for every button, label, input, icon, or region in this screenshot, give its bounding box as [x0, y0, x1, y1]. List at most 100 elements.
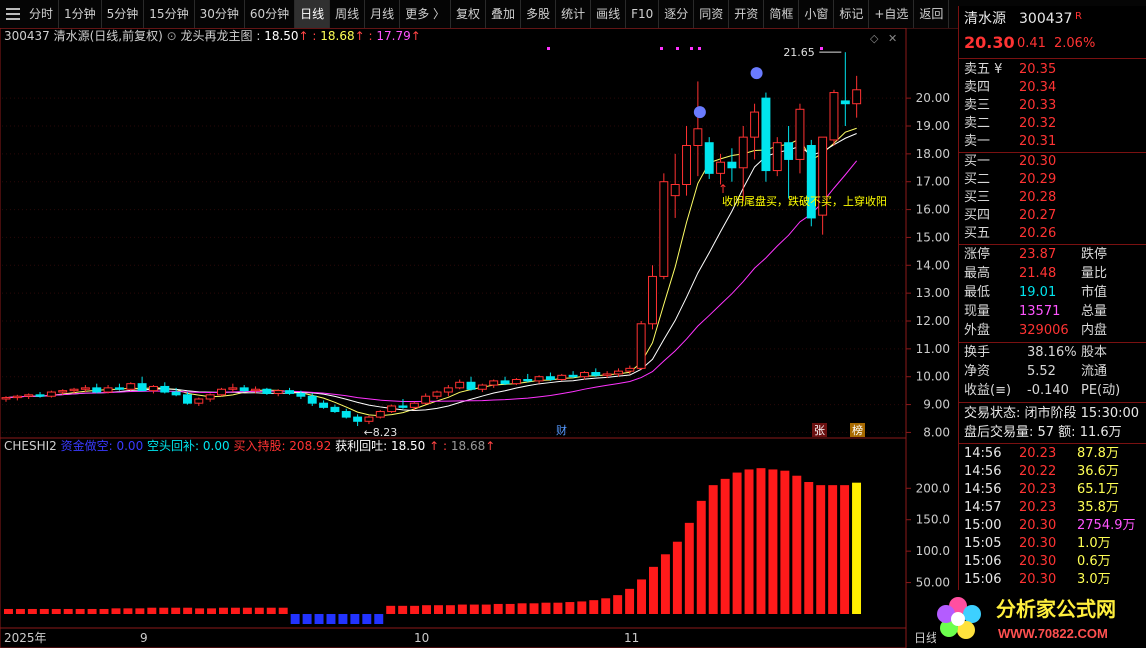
ask-label-4: 卖一: [964, 134, 991, 149]
sub-bar-49: [589, 600, 599, 614]
toolbar-item-6[interactable]: 日线: [295, 0, 331, 28]
toolbar-item-21[interactable]: 标记: [834, 0, 870, 28]
sub-bar-10: [123, 608, 133, 614]
toolbar-item-17[interactable]: 同资: [694, 0, 730, 28]
toolbar-item-20[interactable]: 小窗: [799, 0, 835, 28]
stat-value-3: 13571: [1019, 304, 1061, 319]
bid-label-4: 买五: [964, 226, 991, 241]
toolbar-item-10[interactable]: 复权: [451, 0, 487, 28]
toolbar-item-12[interactable]: 多股: [521, 0, 557, 28]
magenta-dot-2: [690, 47, 693, 50]
tick-vol-4: 2754.9万: [1077, 518, 1136, 533]
tick-price-2: 20.23: [1019, 482, 1057, 497]
sep-4: [959, 342, 1146, 343]
candle-body-17: [194, 398, 204, 404]
toolbar-item-15[interactable]: F10: [626, 0, 660, 28]
sub-bar-50: [601, 598, 611, 614]
stat-label-2: 最低: [964, 285, 991, 300]
price-tick-4: 16.00: [916, 203, 950, 217]
sub-tick-3: 50.00: [916, 576, 950, 590]
sub-bar-52: [625, 588, 635, 614]
toolbar-item-13[interactable]: 统计: [556, 0, 592, 28]
stat-label-1: 最高: [964, 266, 991, 281]
toolbar-item-0[interactable]: 分时: [24, 0, 60, 28]
bid-label-2: 买三: [964, 190, 991, 205]
sub-bar-65: [780, 470, 790, 614]
sub-bar-16: [195, 608, 205, 614]
stat-value-4: 329006: [1019, 323, 1069, 338]
candle-body-51: [579, 372, 589, 378]
sub-bar-61: [732, 472, 742, 614]
stat-label2-3: 总量: [1081, 304, 1108, 319]
marker-zhang: 张: [814, 424, 825, 437]
candle-body-2: [24, 394, 34, 397]
sub-bar-31: [374, 614, 384, 624]
toolbar-item-1[interactable]: 1分钟: [59, 0, 102, 28]
toolbar-item-23[interactable]: 返回: [914, 0, 950, 28]
tick-vol-7: 3.0万: [1077, 572, 1111, 587]
toolbar-item-18[interactable]: 开资: [729, 0, 765, 28]
tick-time-2: 14:56: [964, 482, 1002, 497]
toolbar-item-22[interactable]: +自选: [869, 0, 915, 28]
menu-icon[interactable]: [6, 8, 20, 20]
toolbar-item-2[interactable]: 5分钟: [102, 0, 145, 28]
watermark-logo: 分析家公式网 WWW.70822.COM: [936, 590, 1146, 648]
kline-chart[interactable]: 300437 清水源(日线,前复权) ⊙ 龙头再龙主图 : 18.50↑ : 1…: [0, 28, 958, 648]
sub-bar-5: [63, 608, 73, 614]
sep-6: [959, 443, 1146, 444]
candle-body-52: [591, 372, 601, 376]
sep-3: [959, 244, 1146, 245]
sub-bar-25: [302, 614, 312, 624]
sub-bar-47: [565, 602, 575, 614]
candle-body-18: [205, 394, 215, 400]
sub-bar-64: [768, 469, 778, 614]
price-tick-11: 9.00: [923, 398, 950, 412]
ask-label-2: 卖三: [964, 98, 991, 113]
toolbar-item-16[interactable]: 逐分: [659, 0, 695, 28]
sub-bar-6: [75, 608, 85, 614]
tick-price-1: 20.22: [1019, 464, 1057, 479]
stock-name: 清水源: [964, 11, 1006, 27]
stat-label2-2: 市值: [1081, 285, 1108, 300]
candle-body-62: [704, 142, 714, 174]
candle-body-68: [772, 142, 782, 172]
stat-value-1: 21.48: [1019, 266, 1057, 281]
sub-bar-2: [27, 608, 37, 614]
tick-vol-1: 36.6万: [1077, 464, 1119, 479]
date-label-3: 11: [624, 631, 639, 645]
bid-price-3: 20.27: [1019, 208, 1057, 223]
candle-body-5: [58, 390, 68, 393]
price-tick-2: 18.00: [916, 147, 950, 161]
last-price: 20.30: [964, 33, 1015, 52]
sub-bar-67: [804, 482, 814, 614]
toolbar-item-7[interactable]: 周线: [330, 0, 366, 28]
toolbar-item-11[interactable]: 叠加: [486, 0, 522, 28]
magenta-dot-4: [547, 47, 550, 50]
toolbar-item-8[interactable]: 月线: [365, 0, 401, 28]
candle-body-47: [534, 376, 544, 382]
sub-bar-30: [362, 614, 372, 624]
sub-header: CHESHI2 资金做空: 0.00 空头回补: 0.00 买入持股: 208.…: [4, 438, 495, 453]
sub-bar-24: [290, 614, 300, 624]
toolbar-item-9[interactable]: 更多 〉: [400, 0, 452, 28]
price-tick-12: 8.00: [923, 425, 950, 439]
candle-body-16: [183, 394, 192, 404]
toolbar-item-4[interactable]: 30分钟: [195, 0, 245, 28]
candle-body-46: [523, 379, 533, 382]
candle-body-0: [1, 397, 11, 400]
toolbar-item-14[interactable]: 画线: [591, 0, 627, 28]
sub-bar-14: [171, 607, 181, 614]
signal-arrow: ↑: [718, 182, 728, 196]
stat2-value-1: 5.52: [1027, 364, 1056, 379]
tick-price-4: 20.30: [1019, 518, 1057, 533]
toolbar-item-19[interactable]: 简框: [764, 0, 800, 28]
sub-bar-63: [756, 468, 766, 614]
price-pct: 2.06%: [1054, 36, 1096, 51]
tick-price-7: 20.30: [1019, 572, 1057, 587]
ask-price-1: 20.34: [1019, 80, 1057, 95]
candle-body-39: [443, 387, 453, 393]
toolbar-item-3[interactable]: 15分钟: [144, 0, 195, 28]
candle-body-48: [545, 376, 555, 381]
sub-bar-26: [314, 614, 324, 624]
toolbar-item-5[interactable]: 60分钟: [245, 0, 296, 28]
